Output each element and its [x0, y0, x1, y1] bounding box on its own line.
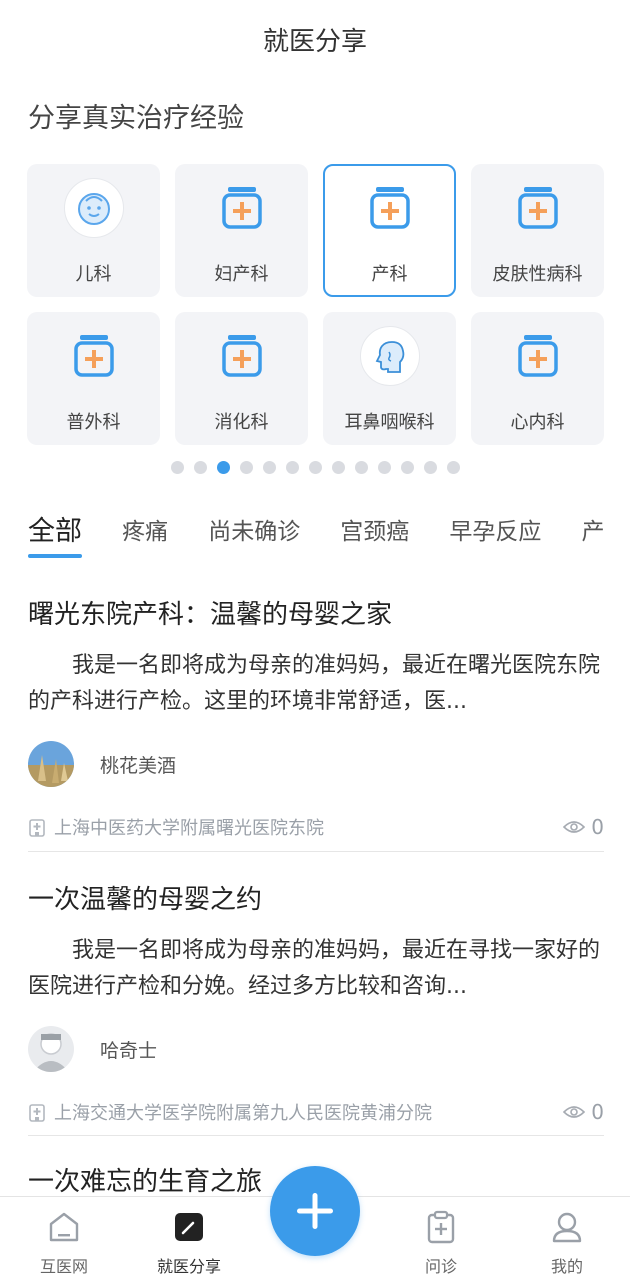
post-meta: 上海中医药大学附属曙光医院东院 0 [28, 814, 604, 840]
tab-undiagnosed[interactable]: 尚未确诊 [208, 510, 300, 554]
tabbar-item-home[interactable]: 互医网 [14, 1207, 114, 1277]
post-excerpt[interactable]: 我是一名即将成为母亲的准妈妈，最近在寻找一家好的医院进行产检和分娩。经过多方比较… [28, 933, 604, 1005]
post-excerpt[interactable]: 我是一名即将成为母亲的准妈妈，最近在曙光医院东院的产科进行产检。这里的环境非常舒… [28, 648, 604, 720]
tabbar-item-me[interactable]: 我的 [517, 1207, 617, 1277]
tab-morning-sickness[interactable]: 早孕反应 [449, 510, 541, 554]
department-label: 耳鼻咽喉科 [344, 412, 435, 433]
tabbar-label: 就医分享 [156, 1257, 221, 1276]
view-count-value: 0 [591, 815, 604, 839]
page-dot[interactable] [170, 461, 184, 474]
department-label: 儿科 [75, 264, 112, 285]
medicine-box-icon [512, 330, 564, 382]
department-card-pediatrics[interactable]: 儿科 [27, 164, 160, 297]
department-card-general-surgery[interactable]: 普外科 [27, 312, 160, 445]
medicine-box-icon [68, 330, 120, 382]
divider [28, 851, 604, 852]
department-label: 普外科 [66, 412, 121, 433]
view-count: 0 [563, 1100, 604, 1124]
page-indicator [0, 461, 630, 474]
page-dot[interactable] [193, 461, 207, 474]
department-label: 妇产科 [214, 264, 269, 285]
create-post-button[interactable] [270, 1166, 360, 1256]
page-dot[interactable] [262, 461, 276, 474]
department-label: 消化科 [214, 412, 269, 433]
tab-obstetrics[interactable]: 产 [581, 510, 604, 554]
view-count: 0 [563, 815, 604, 839]
page-dot[interactable] [285, 461, 299, 474]
edit-note-icon [169, 1207, 209, 1247]
page-dot[interactable] [400, 461, 414, 474]
page-dot[interactable] [354, 461, 368, 474]
avatar[interactable] [28, 741, 74, 787]
user-icon [547, 1207, 587, 1247]
department-card-gastroenterology[interactable]: 消化科 [175, 312, 308, 445]
department-card-dermatology[interactable]: 皮肤性病科 [471, 164, 604, 297]
medicine-box-icon [216, 182, 268, 234]
page-dot[interactable] [331, 461, 345, 474]
post-author[interactable]: 哈奇士 [28, 1025, 604, 1073]
clipboard-plus-icon [421, 1207, 461, 1247]
tabbar-item-share[interactable]: 就医分享 [139, 1207, 239, 1277]
page-dot[interactable] [239, 461, 253, 474]
medicine-box-icon [512, 182, 564, 234]
department-label: 皮肤性病科 [492, 264, 583, 285]
tabbar-item-consult[interactable]: 问诊 [391, 1207, 491, 1277]
department-card-obstetrics[interactable]: 产科 [323, 164, 456, 297]
page-dot-active[interactable] [216, 461, 230, 474]
page-dot[interactable] [446, 461, 460, 474]
category-tabs: 全部 疼痛 尚未确诊 宫颈癌 早孕反应 产 [28, 510, 630, 560]
post-title[interactable]: 一次温馨的母婴之约 [28, 883, 604, 917]
head-profile-icon [359, 326, 420, 386]
hospital-name[interactable]: 上海交通大学医学院附属第九人民医院黄浦分院 [54, 1099, 563, 1125]
tab-all[interactable]: 全部 [28, 510, 82, 558]
page-dot[interactable] [423, 461, 437, 474]
eye-icon [563, 1106, 586, 1118]
section-title: 分享真实治疗经验 [28, 103, 244, 134]
author-name: 桃花美酒 [100, 754, 177, 777]
department-card-gynecology[interactable]: 妇产科 [175, 164, 308, 297]
view-count-value: 0 [591, 1100, 604, 1124]
eye-icon [563, 821, 586, 833]
home-icon [44, 1207, 84, 1247]
baby-face-icon [63, 178, 124, 238]
department-label: 心内科 [510, 412, 565, 433]
tabbar-label: 我的 [550, 1257, 583, 1276]
department-card-ent[interactable]: 耳鼻咽喉科 [323, 312, 456, 445]
page-dot[interactable] [377, 461, 391, 474]
header: 就医分享 [0, 0, 630, 84]
page-dot[interactable] [308, 461, 322, 474]
plus-icon [297, 1193, 333, 1229]
avatar[interactable] [28, 1026, 74, 1072]
tab-pain[interactable]: 疼痛 [122, 510, 168, 554]
divider [28, 1135, 604, 1136]
hospital-icon [29, 1104, 45, 1122]
medicine-box-icon [364, 182, 416, 234]
hospital-name[interactable]: 上海中医药大学附属曙光医院东院 [54, 814, 563, 840]
author-name: 哈奇士 [100, 1039, 158, 1062]
tabbar-label: 问诊 [424, 1257, 457, 1276]
tabbar-label: 互医网 [39, 1257, 88, 1276]
department-label: 产科 [371, 264, 408, 285]
hospital-icon [29, 819, 45, 837]
post-title[interactable]: 曙光东院产科：温馨的母婴之家 [28, 598, 604, 632]
post-card[interactable]: 一次温馨的母婴之约 我是一名即将成为母亲的准妈妈，最近在寻找一家好的医院进行产检… [28, 883, 604, 1125]
post-author[interactable]: 桃花美酒 [28, 740, 604, 788]
post-card[interactable]: 曙光东院产科：温馨的母婴之家 我是一名即将成为母亲的准妈妈，最近在曙光医院东院的… [28, 598, 604, 840]
page-title: 就医分享 [262, 27, 367, 57]
medicine-box-icon [216, 330, 268, 382]
department-card-cardiology[interactable]: 心内科 [471, 312, 604, 445]
post-meta: 上海交通大学医学院附属第九人民医院黄浦分院 0 [28, 1099, 604, 1125]
tab-cervical-cancer[interactable]: 宫颈癌 [340, 510, 409, 554]
department-grid: 儿科 妇产科 产科 皮肤性病科 普外科 消化科 耳鼻咽喉科 心内科 [27, 164, 604, 445]
